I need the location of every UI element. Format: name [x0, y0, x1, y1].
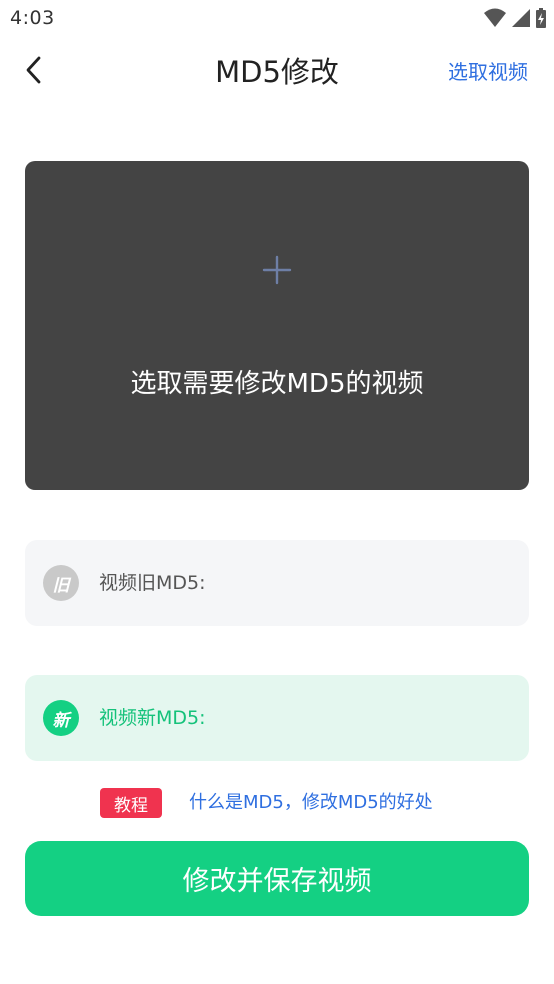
status-icons — [484, 8, 546, 32]
tutorial-badge[interactable]: 教程 — [100, 788, 162, 818]
new-md5-label: 视频新MD5: — [99, 707, 206, 729]
battery-charging-icon — [536, 8, 546, 32]
status-time: 4:03 — [10, 7, 55, 29]
picker-label: 选取需要修改MD5的视频 — [130, 369, 424, 399]
tutorial-link[interactable]: 什么是MD5，修改MD5的好处 — [189, 790, 433, 816]
old-md5-row: 旧 视频旧MD5: — [25, 540, 529, 626]
plus-icon — [262, 255, 292, 285]
save-video-button[interactable]: 修改并保存视频 — [25, 841, 529, 916]
status-bar: 4:03 — [0, 0, 554, 38]
app-header: MD5修改 选取视频 — [0, 38, 554, 106]
video-picker-area[interactable] — [25, 161, 529, 490]
new-md5-row: 新 视频新MD5: — [25, 675, 529, 761]
new-badge-icon: 新 — [43, 700, 79, 736]
select-video-button[interactable]: 选取视频 — [448, 58, 528, 86]
old-md5-label: 视频旧MD5: — [99, 572, 206, 594]
wifi-icon — [484, 8, 506, 32]
md5-edit-screen: 4:03 MD5修改 选取视频 选取需要修改MD5的视频 旧 视频旧MD5: 新… — [0, 0, 554, 984]
signal-icon — [512, 8, 530, 32]
old-badge-icon: 旧 — [43, 565, 79, 601]
